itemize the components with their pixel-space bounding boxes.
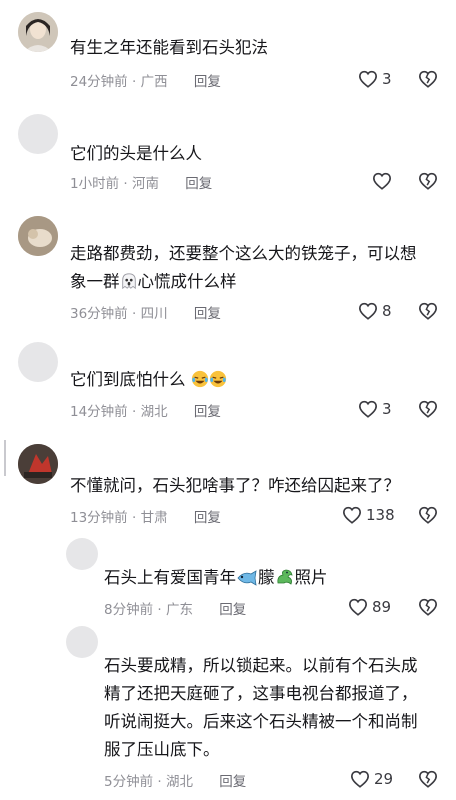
comment-time: 8分钟前	[104, 602, 154, 618]
comment-time: 5分钟前	[104, 774, 154, 790]
comment-meta: 1小时前 · 河南 回复	[70, 176, 213, 192]
like-button[interactable]	[372, 172, 396, 190]
broken-heart-icon	[418, 400, 438, 418]
comment-meta: 36分钟前 · 四川 回复	[70, 306, 221, 322]
like-button[interactable]: 3	[358, 70, 392, 88]
like-button[interactable]: 8	[358, 302, 392, 320]
ghost-emoji-icon	[120, 272, 138, 290]
like-count: 3	[382, 400, 392, 418]
comment-meta: 14分钟前 · 湖北 回复	[70, 404, 221, 420]
reply-button[interactable]: 回复	[194, 306, 221, 322]
like-button[interactable]: 3	[358, 400, 392, 418]
dragon-emoji-icon	[275, 568, 295, 586]
comment-location: 河南	[131, 176, 159, 192]
dislike-button[interactable]	[418, 400, 438, 418]
like-count: 29	[374, 770, 394, 788]
broken-heart-icon	[418, 770, 438, 788]
comment-location: 广西	[140, 74, 168, 90]
broken-heart-icon	[418, 70, 438, 88]
dislike-button[interactable]	[418, 172, 438, 190]
broken-heart-icon	[418, 302, 438, 320]
comment-text: 走路都费劲，还要整个这么大的铁笼子，可以想 象一群 心慌成什么样	[70, 244, 417, 291]
avatar[interactable]	[18, 444, 58, 484]
avatar[interactable]	[18, 12, 58, 52]
laughing-crying-emoji-icon	[209, 370, 227, 388]
dislike-button[interactable]	[418, 70, 438, 88]
comment-time: 13分钟前	[70, 510, 128, 526]
fish-emoji-icon	[236, 570, 258, 586]
avatar[interactable]	[18, 114, 58, 154]
reply-meta: 8分钟前 · 广东 回复	[104, 602, 247, 618]
laughing-crying-emoji-icon	[191, 370, 209, 388]
like-button[interactable]: 29	[350, 770, 393, 788]
dislike-button[interactable]	[418, 598, 438, 616]
reply-meta: 5分钟前 · 湖北 回复	[104, 774, 247, 790]
comment-meta: 13分钟前 · 甘肃 回复	[70, 510, 221, 526]
comment-text: 有生之年还能看到石头犯法	[70, 38, 268, 57]
dislike-button[interactable]	[418, 770, 438, 788]
reply-text: 石头上有爱国青年朦照片	[104, 568, 328, 587]
heart-outline-icon	[348, 598, 368, 616]
reply-button[interactable]: 回复	[194, 510, 221, 526]
comment-location: 甘肃	[140, 510, 168, 526]
comment-time: 1小时前	[70, 176, 120, 192]
heart-outline-icon	[358, 400, 378, 418]
comment-text: 不懂就问，石头犯啥事了？咋还给囚起来了？	[70, 476, 400, 495]
like-button[interactable]: 89	[348, 598, 391, 616]
comment-text: 它们的头是什么人	[70, 144, 202, 163]
reply-text: 石头要成精，所以锁起来。以前有个石头成 精了还把天庭砸了，这事电视台都报道了， …	[104, 656, 418, 759]
like-count: 8	[382, 302, 392, 320]
like-count: 138	[366, 506, 395, 524]
comment-location: 湖北	[140, 404, 168, 420]
comment-text: 它们到底怕什么	[70, 366, 227, 394]
heart-outline-icon	[372, 172, 392, 190]
heart-outline-icon	[350, 770, 370, 788]
heart-outline-icon	[342, 506, 362, 524]
heart-outline-icon	[358, 70, 378, 88]
broken-heart-icon	[418, 506, 438, 524]
reply-button[interactable]: 回复	[185, 176, 212, 192]
avatar[interactable]	[66, 538, 98, 570]
comment-time: 36分钟前	[70, 306, 128, 322]
avatar[interactable]	[18, 216, 58, 256]
dislike-button[interactable]	[418, 302, 438, 320]
comment-time: 24分钟前	[70, 74, 128, 90]
reply-button[interactable]: 回复	[219, 774, 246, 790]
like-button[interactable]: 138	[342, 506, 395, 524]
dislike-button[interactable]	[418, 506, 438, 524]
comment-location: 四川	[140, 306, 168, 322]
like-count: 89	[372, 598, 392, 616]
comment-location: 广东	[165, 602, 193, 618]
divider	[4, 440, 6, 476]
reply-button[interactable]: 回复	[194, 404, 221, 420]
like-count: 3	[382, 70, 392, 88]
reply-button[interactable]: 回复	[219, 602, 246, 618]
comment-time: 14分钟前	[70, 404, 128, 420]
comment-meta: 24分钟前 · 广西 回复	[70, 74, 221, 90]
avatar[interactable]	[66, 626, 98, 658]
broken-heart-icon	[418, 172, 438, 190]
heart-outline-icon	[358, 302, 378, 320]
avatar[interactable]	[18, 342, 58, 382]
reply-button[interactable]: 回复	[194, 74, 221, 90]
comment-location: 湖北	[165, 774, 193, 790]
broken-heart-icon	[418, 598, 438, 616]
